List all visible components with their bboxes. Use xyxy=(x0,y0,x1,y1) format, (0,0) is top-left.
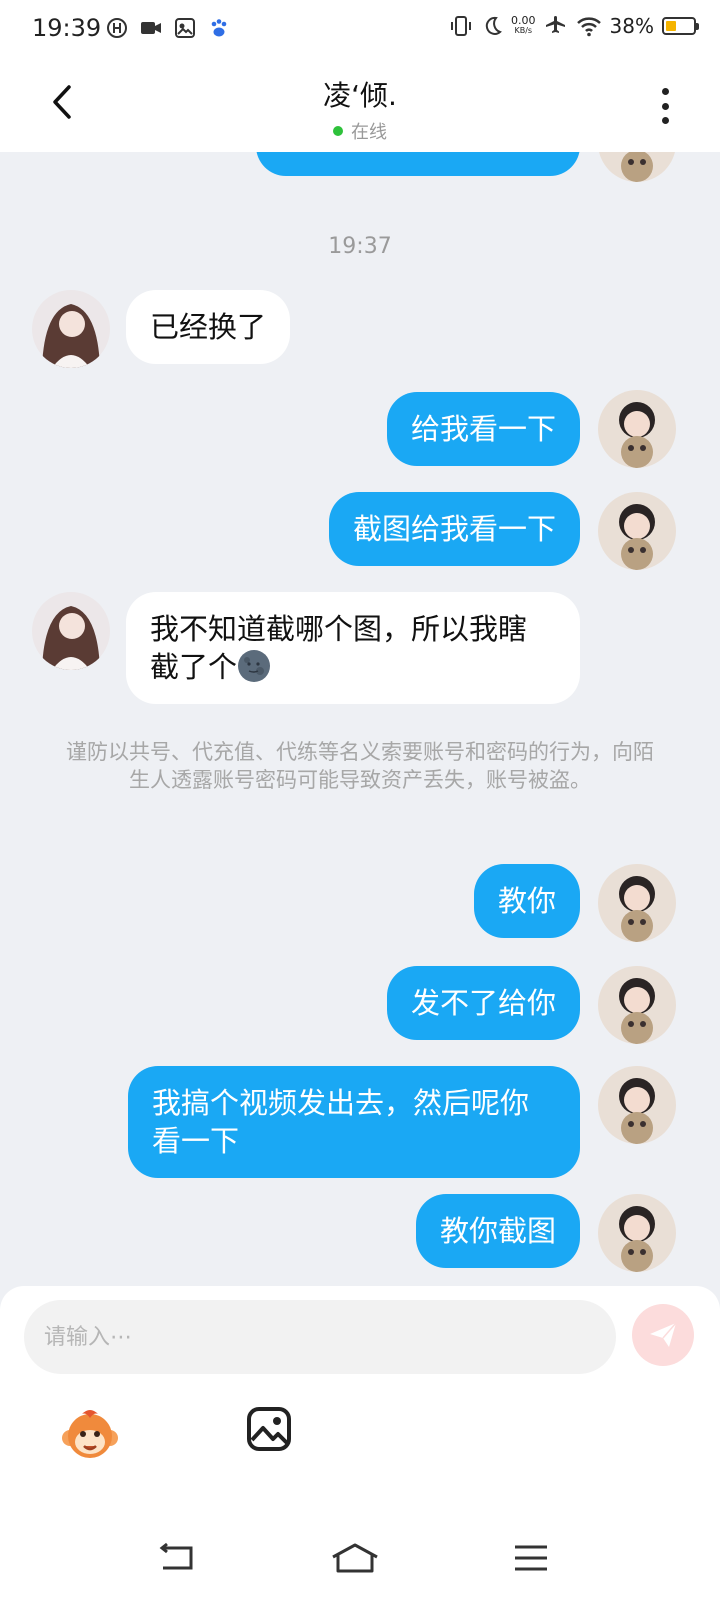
battery-icon xyxy=(662,17,699,35)
message-bubble-outgoing[interactable]: 教你 xyxy=(473,864,580,938)
status-notification-icons xyxy=(106,17,230,39)
message-bubble-outgoing[interactable]: 我搞个视频发出去，然后呢你 看一下 xyxy=(128,1066,580,1178)
presence-status: 在线 xyxy=(160,118,560,144)
battery-level-fill xyxy=(666,21,676,31)
message-bubble-outgoing[interactable]: 教你截图 xyxy=(415,1194,580,1268)
nav-back-icon xyxy=(159,1542,193,1570)
contact-avatar[interactable] xyxy=(32,290,110,368)
contact-avatar[interactable] xyxy=(32,592,110,670)
message-bubble-outgoing[interactable]: 发不了给你 xyxy=(386,966,580,1040)
contact-avatar-image xyxy=(32,592,110,670)
self-avatar-image xyxy=(598,1194,676,1272)
more-options-button[interactable] xyxy=(650,84,680,128)
message-text-line: 截了个 xyxy=(150,650,238,684)
self-avatar[interactable] xyxy=(598,1066,676,1144)
new-moon-face-emoji-icon xyxy=(238,650,271,682)
notification-app-icon xyxy=(107,18,127,38)
self-avatar[interactable] xyxy=(598,1194,676,1272)
security-notice: 谨防以共号、代充值、代练等名义索要账号和密码的行为，向陌生人透露账号密码可能导致… xyxy=(66,740,654,792)
message-bubble-outgoing-clipped[interactable] xyxy=(256,152,580,176)
nav-back-button[interactable] xyxy=(152,1538,202,1578)
message-text-line: 我不知道截哪个图，所以我瞎 xyxy=(150,612,528,646)
send-icon xyxy=(650,1322,677,1347)
self-avatar-image xyxy=(598,152,676,182)
more-dot-icon xyxy=(661,88,669,95)
nav-menu-icon xyxy=(515,1545,547,1571)
vibrate-icon xyxy=(451,16,472,36)
message-text-line: 看一下 xyxy=(152,1124,240,1158)
airplane-mode-icon xyxy=(545,16,565,33)
message-list[interactable]: 19:37 已经换了 给我看一下 截图给我看一下 我不知道截哪个图，所以我瞎 截… xyxy=(0,152,720,1286)
online-dot-icon xyxy=(333,126,343,136)
wifi-icon xyxy=(576,17,601,37)
network-speed-value: 0.00 xyxy=(511,14,536,27)
self-avatar[interactable] xyxy=(598,966,676,1044)
self-avatar[interactable] xyxy=(598,492,676,570)
baidu-paw-icon xyxy=(211,19,227,37)
image-icon[interactable] xyxy=(246,1406,292,1452)
nav-home-icon xyxy=(332,1543,378,1573)
self-avatar-image xyxy=(598,492,676,570)
do-not-disturb-moon-icon xyxy=(485,16,503,35)
message-timestamp: 19:37 xyxy=(328,234,392,259)
chat-title: 凌‘倾. xyxy=(323,79,397,112)
nav-home-button[interactable] xyxy=(330,1538,380,1578)
status-time: 19:39 xyxy=(32,14,102,42)
chevron-left-icon xyxy=(53,85,71,119)
self-avatar-image xyxy=(598,1066,676,1144)
back-button[interactable] xyxy=(40,80,84,124)
message-text-line: 我搞个视频发出去，然后呢你 xyxy=(152,1086,530,1120)
chat-title-block: 凌‘倾. 在线 xyxy=(160,74,560,144)
message-input[interactable] xyxy=(24,1300,616,1374)
battery-percent: 38% xyxy=(609,14,654,38)
network-speed: 0.00 KB/s xyxy=(511,14,536,36)
status-bar: 19:39 0.00 KB/s 38% xyxy=(0,0,720,60)
self-avatar[interactable] xyxy=(598,152,676,182)
contact-avatar-image xyxy=(32,290,110,368)
nav-menu-button[interactable] xyxy=(506,1538,556,1578)
self-avatar-image xyxy=(598,390,676,468)
message-bubble-outgoing[interactable]: 给我看一下 xyxy=(386,392,580,466)
self-avatar[interactable] xyxy=(598,864,676,942)
network-speed-unit: KB/s xyxy=(514,26,533,35)
system-navigation-bar xyxy=(0,1520,720,1600)
self-avatar-image xyxy=(598,966,676,1044)
video-icon xyxy=(141,22,161,34)
presence-label: 在线 xyxy=(351,122,387,143)
monkey-emoji-icon[interactable] xyxy=(60,1404,120,1464)
message-bubble-incoming[interactable]: 已经换了 xyxy=(126,290,291,364)
more-dot-icon xyxy=(661,117,669,124)
send-button[interactable] xyxy=(632,1304,694,1366)
self-avatar[interactable] xyxy=(598,390,676,468)
self-avatar-image xyxy=(598,864,676,942)
gallery-app-icon xyxy=(175,18,195,38)
chat-header: 凌‘倾. 在线 xyxy=(0,60,720,152)
more-dot-icon xyxy=(661,102,669,110)
status-right-icons: 0.00 KB/s 38% xyxy=(449,14,699,38)
message-bubble-outgoing[interactable]: 截图给我看一下 xyxy=(328,492,580,566)
message-bubble-incoming[interactable]: 我不知道截哪个图，所以我瞎 截了个 xyxy=(126,592,580,704)
